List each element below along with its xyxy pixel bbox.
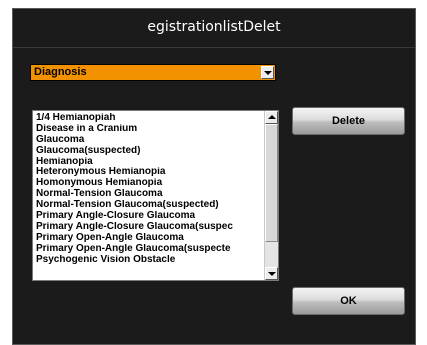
- list-item[interactable]: Primary Open-Angle Glaucoma(suspecte: [36, 244, 264, 255]
- list-item[interactable]: Disease in a Cranium: [36, 124, 264, 135]
- arrow-down-icon: [268, 272, 276, 276]
- list-item[interactable]: Primary Angle-Closure Glaucoma(suspec: [36, 222, 264, 233]
- list-item[interactable]: Primary Open-Angle Glaucoma: [36, 233, 264, 244]
- scroll-down-button[interactable]: [265, 267, 278, 280]
- chevron-down-icon: [264, 71, 272, 75]
- dropdown-selected-value: Diagnosis: [34, 66, 87, 78]
- scroll-thumb[interactable]: [265, 124, 278, 242]
- category-dropdown[interactable]: Diagnosis: [30, 64, 276, 81]
- list-item[interactable]: Glaucoma: [36, 135, 264, 146]
- delete-button[interactable]: Delete: [292, 107, 405, 135]
- dropdown-arrow-button[interactable]: [261, 66, 274, 79]
- list-item[interactable]: Homonymous Hemianopia: [36, 178, 264, 189]
- list-item[interactable]: Primary Angle-Closure Glaucoma: [36, 211, 264, 222]
- title-bar: egistrationlistDelet: [13, 9, 415, 47]
- list-item[interactable]: Glaucoma(suspected): [36, 146, 264, 157]
- title-divider: [13, 47, 415, 48]
- list-item[interactable]: Hemianopia: [36, 157, 264, 168]
- arrow-up-icon: [268, 115, 276, 119]
- diagnosis-listbox[interactable]: 1/4 Hemianopiah Disease in a Cranium Glauc…: [32, 110, 279, 281]
- dialog-title: egistrationlistDelet: [147, 19, 281, 35]
- list-item[interactable]: Heteronymous Hemianopia: [36, 167, 264, 178]
- ok-button[interactable]: OK: [292, 287, 405, 315]
- list-item[interactable]: 1/4 Hemianopiah: [36, 113, 264, 124]
- diagnosis-list: 1/4 Hemianopiah Disease in a Cranium Glauc…: [36, 113, 264, 280]
- list-item[interactable]: Normal-Tension Glaucoma: [36, 189, 264, 200]
- list-item[interactable]: Psychogenic Vision Obstacle: [36, 255, 264, 266]
- scroll-up-button[interactable]: [265, 111, 278, 124]
- list-item[interactable]: Normal-Tension Glaucoma(suspected): [36, 200, 264, 211]
- list-scrollbar[interactable]: [264, 111, 278, 280]
